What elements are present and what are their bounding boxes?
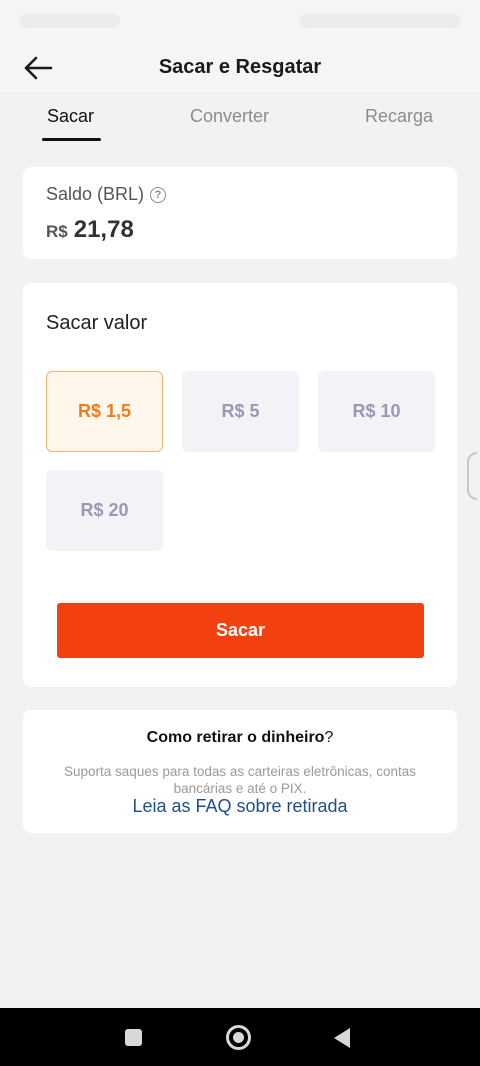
balance-currency: R$ xyxy=(46,222,68,241)
triangle-back-icon[interactable] xyxy=(334,1028,350,1048)
withdraw-button[interactable]: Sacar xyxy=(57,603,424,658)
info-description: Suporta saques para todas as carteiras e… xyxy=(64,764,416,796)
withdraw-card: Sacar valor R$ 1,5 R$ 5 R$ 10 R$ 20 Saca… xyxy=(23,283,457,687)
active-tab-indicator xyxy=(42,138,101,141)
circle-home-icon[interactable] xyxy=(226,1025,251,1050)
balance-card: Saldo (BRL) ? R$ 21,78 xyxy=(23,167,457,259)
system-nav-bar xyxy=(0,1008,480,1066)
page-title: Sacar e Resgatar xyxy=(158,56,322,78)
app-header: Sacar e Resgatar xyxy=(0,44,480,92)
square-icon[interactable] xyxy=(125,1029,142,1046)
tab-bar: Sacar Converter Recarga xyxy=(0,92,480,148)
info-title: Como retirar o dinheiro? xyxy=(23,729,457,747)
balance-label: Saldo (BRL) xyxy=(46,184,145,204)
status-bar xyxy=(0,0,480,44)
balance-label-row: Saldo (BRL) ? xyxy=(46,184,167,205)
balance-amount: 21,78 xyxy=(73,216,134,243)
amount-option-5[interactable]: R$ 5 xyxy=(182,371,299,452)
edge-swipe-handle[interactable] xyxy=(467,452,477,500)
amount-option-1-5[interactable]: R$ 1,5 xyxy=(46,371,163,452)
status-time-placeholder xyxy=(20,14,120,28)
status-icons-placeholder xyxy=(300,14,460,28)
amount-option-20[interactable]: R$ 20 xyxy=(46,470,163,551)
question-circle-icon[interactable]: ? xyxy=(150,186,167,203)
amount-option-10[interactable]: R$ 10 xyxy=(318,371,435,452)
tab-converter[interactable]: Converter xyxy=(190,106,269,127)
tab-sacar[interactable]: Sacar xyxy=(47,106,94,127)
tab-recarga[interactable]: Recarga xyxy=(365,106,433,127)
info-title-text: Como retirar o dinheiro xyxy=(146,729,325,746)
info-title-suffix: ? xyxy=(324,729,334,746)
balance-value: R$ 21,78 xyxy=(46,216,134,244)
info-card: Como retirar o dinheiro? Suporta saques … xyxy=(23,710,457,833)
withdraw-title: Sacar valor xyxy=(46,312,148,334)
faq-link[interactable]: Leia as FAQ sobre retirada xyxy=(23,796,457,817)
